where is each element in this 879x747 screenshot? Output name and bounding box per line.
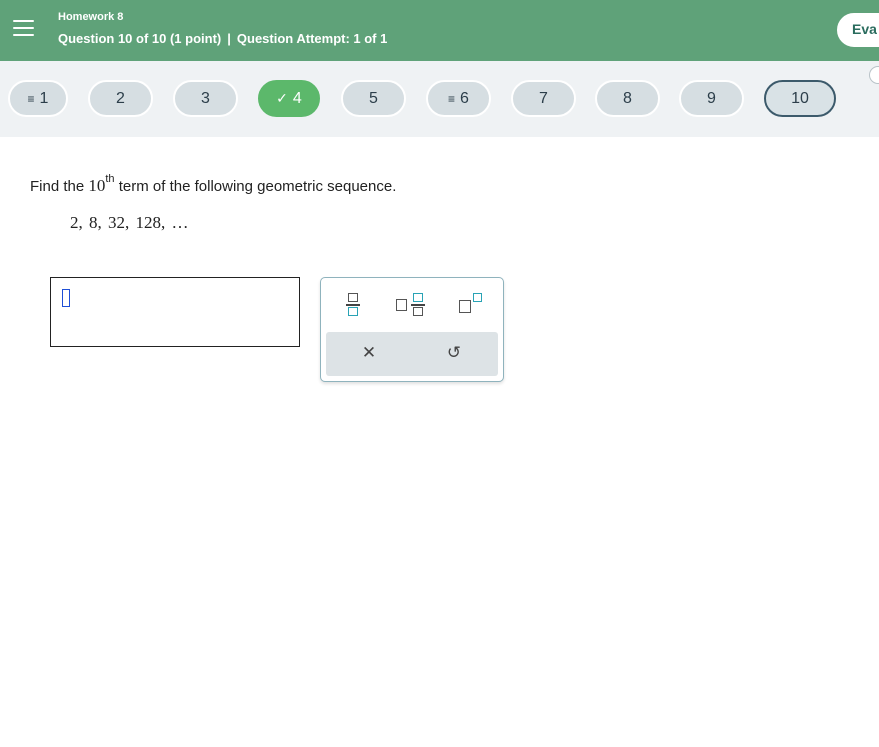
question-nav-label: 8: [623, 90, 632, 107]
exponent-icon[interactable]: [458, 291, 486, 319]
question-nav-button-6[interactable]: ≡ 6: [426, 80, 491, 117]
top-header: Homework 8 Question 10 of 10 (1 point) | Q…: [0, 0, 879, 61]
question-nav-label: 3: [201, 90, 210, 107]
geometric-sequence: 2, 8, 32, 128, …: [70, 213, 189, 232]
question-nav-button-1[interactable]: ≡ 1: [8, 80, 68, 117]
partial-icon: ≡: [27, 92, 35, 106]
question-info: Question 10 of 10 (1 point) | Question Att…: [58, 31, 387, 46]
question-nav-button-5[interactable]: 5: [341, 80, 406, 117]
term-number: 10: [88, 176, 106, 195]
question-nav-button-4[interactable]: ✓ 4: [258, 80, 320, 117]
check-icon: ✓: [276, 90, 288, 106]
question-nav-label: 6: [460, 90, 469, 107]
mixed-number-icon[interactable]: [395, 291, 427, 319]
question-nav-button-2[interactable]: 2: [88, 80, 153, 117]
cursor-placeholder: [62, 289, 70, 307]
question-nav-label: 7: [539, 90, 548, 107]
math-palette: ✕ ↺: [320, 277, 504, 382]
answer-input[interactable]: [50, 277, 300, 347]
menu-icon[interactable]: [11, 14, 36, 42]
question-nav-label: 1: [39, 90, 49, 107]
question-nav-label: 5: [369, 90, 378, 107]
palette-actions: ✕ ↺: [326, 332, 498, 376]
clear-icon[interactable]: ✕: [359, 342, 379, 364]
evaluate-button[interactable]: Eva: [837, 13, 879, 47]
question-nav-label: 4: [292, 90, 302, 107]
fraction-icon[interactable]: [345, 291, 361, 319]
question-nav-label: 10: [791, 90, 809, 107]
term-suffix: th: [105, 173, 115, 185]
partial-icon: ≡: [448, 92, 456, 106]
question-prompt: Find the 10th term of the following geom…: [30, 173, 397, 196]
question-nav-button-10[interactable]: 10: [764, 80, 836, 117]
undo-icon[interactable]: ↺: [444, 342, 464, 364]
question-nav-button-3[interactable]: 3: [173, 80, 238, 117]
question-nav-button-9[interactable]: 9: [679, 80, 744, 117]
header-separator: |: [227, 31, 231, 46]
prompt-text: term of the following geometric sequence…: [118, 178, 397, 195]
question-nav-button-7[interactable]: 7: [511, 80, 576, 117]
question-number-text: Question 10 of 10 (1 point): [58, 31, 222, 46]
homework-title: Homework 8: [58, 11, 124, 23]
question-nav-label: 2: [116, 90, 125, 107]
prompt-text: Find the: [30, 178, 85, 195]
question-nav: ≡ 1 2 3 ✓ 4 5 ≡ 6 7 8 9 10: [0, 61, 879, 137]
question-nav-label: 9: [707, 90, 716, 107]
question-nav-button-8[interactable]: 8: [595, 80, 660, 117]
attempt-text: Question Attempt: 1 of 1: [236, 31, 388, 46]
